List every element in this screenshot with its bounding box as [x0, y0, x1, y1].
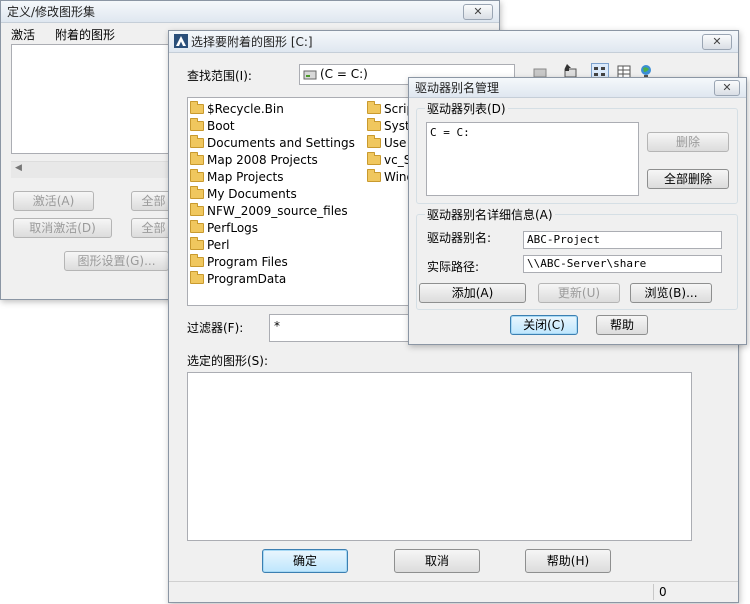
folder-icon	[367, 135, 381, 148]
column-header-active[interactable]: 激活	[11, 26, 35, 43]
select-drawing-titlebar[interactable]: 选择要附着的图形 [C:] ✕	[169, 31, 738, 53]
define-drawing-set-title: 定义/修改图形集	[7, 5, 96, 19]
list-item[interactable]: ProgramData	[190, 271, 286, 288]
list-item[interactable]: Program Files	[190, 254, 288, 271]
folder-list[interactable]: $Recycle.Bin Boot Documents and Settings…	[187, 97, 424, 306]
close-icon[interactable]: ✕	[702, 34, 732, 50]
activate-button[interactable]: 激活(A)	[13, 191, 94, 211]
list-item[interactable]: $Recycle.Bin	[190, 101, 284, 118]
list-item[interactable]: My Documents	[190, 186, 297, 203]
column-header-attached-drawing[interactable]: 附着的图形	[55, 26, 115, 43]
autocad-map-icon	[174, 34, 188, 48]
real-path-value: \\ABC-Server\share	[527, 257, 647, 270]
folder-icon	[190, 220, 204, 233]
cancel-button[interactable]: 取消	[394, 549, 480, 573]
update-button[interactable]: 更新(U)	[538, 283, 620, 303]
delete-button[interactable]: 删除	[647, 132, 729, 152]
alias-input[interactable]: ABC-Project	[523, 231, 722, 249]
horizontal-scrollbar[interactable]: ◀	[11, 161, 171, 178]
deactivate-button[interactable]: 取消激活(D)	[13, 218, 112, 238]
list-item[interactable]: Boot	[190, 118, 235, 135]
list-item[interactable]: Documents and Settings	[190, 135, 355, 152]
look-in-label: 查找范围(I):	[187, 69, 252, 83]
list-item[interactable]: PerfLogs	[190, 220, 258, 237]
folder-icon	[190, 203, 204, 216]
add-button[interactable]: 添加(A)	[419, 283, 526, 303]
ok-button[interactable]: 确定	[262, 549, 348, 573]
close-icon[interactable]: ✕	[463, 4, 493, 20]
drive-list[interactable]: C = C:	[426, 122, 639, 196]
drive-alias-titlebar[interactable]: 驱动器别名管理 ✕	[409, 78, 746, 98]
folder-icon	[190, 254, 204, 267]
folder-icon	[190, 152, 204, 165]
drive-alias-window: 驱动器别名管理 ✕ 驱动器列表(D) C = C: 删除 全部删除 驱动器别名详…	[408, 77, 747, 345]
selected-drawings-label: 选定的图形(S):	[187, 354, 269, 368]
folder-icon	[367, 169, 381, 182]
drive-alias-title: 驱动器别名管理	[415, 81, 500, 95]
list-item[interactable]: vc_S	[367, 152, 411, 169]
folder-icon	[367, 118, 381, 131]
folder-icon	[190, 237, 204, 250]
select-drawing-title: 选择要附着的图形 [C:]	[191, 35, 313, 49]
alias-detail-group-title: 驱动器别名详细信息(A)	[425, 206, 555, 223]
status-divider	[653, 584, 654, 600]
list-item[interactable]: Syst	[367, 118, 410, 135]
list-item[interactable]: Map 2008 Projects	[190, 152, 318, 169]
drawing-set-list[interactable]	[11, 44, 171, 154]
list-item[interactable]: NFW_2009_source_files	[190, 203, 348, 220]
list-item[interactable]: Use	[367, 135, 406, 152]
folder-icon	[190, 186, 204, 199]
folder-icon	[190, 271, 204, 284]
filter-label: 过滤器(F):	[187, 321, 244, 335]
browse-button[interactable]: 浏览(B)...	[630, 283, 712, 303]
filter-value: *	[274, 319, 280, 333]
folder-icon	[367, 152, 381, 165]
folder-icon	[190, 169, 204, 182]
alias-value: ABC-Project	[527, 233, 600, 246]
define-drawing-set-titlebar[interactable]: 定义/修改图形集 ✕	[1, 1, 499, 23]
scroll-left-icon[interactable]: ◀	[15, 163, 22, 173]
real-path-label: 实际路径:	[427, 260, 480, 274]
filter-input[interactable]: *	[269, 314, 424, 342]
folder-icon	[190, 135, 204, 148]
folder-icon	[367, 101, 381, 114]
drive-list-group-title: 驱动器列表(D)	[425, 100, 508, 117]
look-in-value: (C = C:)	[320, 67, 368, 81]
status-bar: 0	[169, 581, 738, 602]
close-icon[interactable]: ✕	[714, 80, 740, 96]
status-count: 0	[659, 585, 667, 599]
help-button[interactable]: 帮助	[596, 315, 648, 335]
list-item[interactable]: Perl	[190, 237, 229, 254]
folder-icon	[190, 118, 204, 131]
list-item[interactable]: Map Projects	[190, 169, 283, 186]
help-button[interactable]: 帮助(H)	[525, 549, 611, 573]
alias-label: 驱动器别名:	[427, 231, 492, 245]
close-button[interactable]: 关闭(C)	[510, 315, 578, 335]
selected-drawings-list[interactable]	[187, 372, 692, 541]
drawing-settings-button[interactable]: 图形设置(G)...	[64, 251, 169, 271]
folder-icon	[190, 101, 204, 114]
delete-all-button[interactable]: 全部删除	[647, 169, 729, 189]
drive-icon	[303, 70, 317, 80]
real-path-input[interactable]: \\ABC-Server\share	[523, 255, 722, 273]
list-item[interactable]: C = C:	[430, 126, 470, 139]
